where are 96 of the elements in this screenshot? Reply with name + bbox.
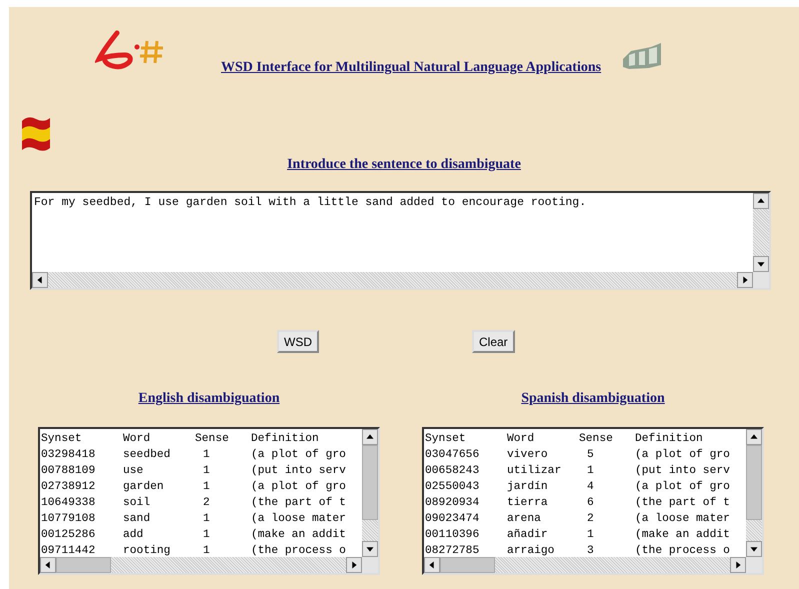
results-list[interactable]: [422, 427, 764, 575]
table-cell-text: tierra: [507, 496, 549, 511]
vertical-scrollbar[interactable]: [753, 193, 769, 272]
column-header: Word: [123, 432, 152, 447]
column-header: Definition: [635, 432, 703, 447]
scroll-left-icon[interactable]: [424, 557, 440, 573]
table-cell-text: 10649338: [41, 496, 96, 511]
table-cell-text: vivero: [507, 448, 549, 463]
table-cell-text: arraigo: [507, 544, 556, 559]
scroll-right-icon[interactable]: [737, 272, 753, 288]
table-cell-text: (the part of t: [251, 496, 346, 511]
wsd-button[interactable]: WSD: [277, 330, 319, 353]
scroll-right-icon[interactable]: [730, 557, 746, 573]
table-cell-text: 1: [202, 480, 211, 495]
table-cell-text: (a loose mater: [635, 512, 730, 527]
table-cell-text: 6: [586, 496, 595, 511]
table-cell-text: (a loose mater: [251, 512, 346, 527]
table-cell-text: 1: [202, 464, 211, 479]
table-cell-text: (make an addit: [251, 528, 346, 543]
scrollbar-corner: [362, 557, 378, 573]
table-cell-text: 1: [202, 448, 211, 463]
scrollbar-corner: [753, 272, 769, 288]
results-list[interactable]: [38, 427, 380, 575]
table-cell-text: 00788109: [41, 464, 96, 479]
title-link[interactable]: WSD Interface for Multilingual Natural Language Applications: [221, 60, 602, 76]
table-cell-text: 1: [202, 512, 211, 527]
table-cell-text: (the part of t: [635, 496, 730, 511]
column-header: Sense: [195, 432, 230, 447]
table-cell-text: 02738912: [41, 480, 96, 495]
table-cell-text: añadir: [507, 528, 549, 543]
column-header: Definition: [251, 432, 319, 447]
prompt-link[interactable]: Introduce the sentence to disambiguate: [287, 157, 521, 172]
sentence-field[interactable]: For my seedbed, I use garden soil with a little sand added to encourage rooting.: [30, 191, 771, 290]
table-cell-text: 00658243: [425, 464, 480, 479]
horizontal-scrollbar[interactable]: [424, 557, 746, 573]
table-cell-text: soil: [123, 496, 152, 511]
scrollbar-corner: [746, 557, 762, 573]
table-cell-text: 03298418: [41, 448, 96, 463]
table-cell-text: add: [123, 528, 144, 543]
table-cell-text: (a plot of gro: [251, 480, 346, 495]
table-cell-text: 1: [586, 528, 595, 543]
scroll-up-icon[interactable]: [746, 429, 762, 445]
table-cell-text: 1: [586, 464, 595, 479]
column-header: Synset: [425, 432, 467, 447]
column-header: Synset: [41, 432, 83, 447]
vertical-scrollbar[interactable]: [746, 429, 762, 557]
table-cell-text: (a plot of gro: [251, 448, 346, 463]
table-cell-text: (put into serv: [635, 464, 730, 479]
table-cell-text: 00125286: [41, 528, 96, 543]
scroll-left-icon[interactable]: [32, 272, 48, 288]
table-cell-text: garden: [123, 480, 165, 495]
table-cell-text: jardín: [507, 480, 549, 495]
table-cell-text: 2: [202, 496, 211, 511]
vertical-scrollbar[interactable]: [362, 429, 378, 557]
scroll-left-icon[interactable]: [40, 557, 56, 573]
table-cell-text: 09023474: [425, 512, 480, 527]
table-cell-text: 2: [586, 512, 595, 527]
table-cell-text: 02550043: [425, 480, 480, 495]
column-header: Word: [507, 432, 536, 447]
table-cell-text: 00110396: [425, 528, 480, 543]
scroll-down-icon[interactable]: [753, 256, 769, 272]
table-cell-text: 4: [586, 480, 595, 495]
column-header: Sense: [579, 432, 614, 447]
table-cell-text: 5: [586, 448, 595, 463]
table-cell-text: utilizar: [507, 464, 562, 479]
scroll-up-icon[interactable]: [362, 429, 378, 445]
table-cell-text: (a plot of gro: [635, 448, 730, 463]
logo-icon: [621, 41, 664, 71]
scroll-right-icon[interactable]: [346, 557, 362, 573]
scroll-up-icon[interactable]: [753, 193, 769, 209]
table-cell-text: 1: [202, 544, 211, 559]
table-cell-text: 03047656: [425, 448, 480, 463]
results-heading-link[interactable]: English disambiguation: [138, 391, 280, 407]
table-cell-text: 1: [202, 528, 211, 543]
horizontal-scrollbar[interactable]: [32, 272, 753, 288]
clear-button[interactable]: Clear: [472, 330, 515, 353]
table-cell-text: 08272785: [425, 544, 480, 559]
table-cell-text: rooting: [123, 544, 172, 559]
table-cell-text: 09711442: [41, 544, 96, 559]
table-cell-text: arena: [507, 512, 542, 527]
table-cell-text: sand: [123, 512, 152, 527]
table-cell-text: use: [123, 464, 144, 479]
table-cell-text: (the process o: [251, 544, 346, 559]
results-heading-link[interactable]: Spanish disambiguation: [521, 391, 665, 407]
table-cell-text: (put into serv: [251, 464, 346, 479]
flag-icon: [20, 115, 52, 151]
scroll-down-icon[interactable]: [746, 541, 762, 557]
horizontal-scrollbar[interactable]: [40, 557, 362, 573]
table-cell-text: 08920934: [425, 496, 480, 511]
table-cell-text: seedbed: [123, 448, 172, 463]
table-cell-text: 3: [586, 544, 595, 559]
table-cell-text: (a plot of gro: [635, 480, 730, 495]
table-cell-text: (make an addit: [635, 528, 730, 543]
scroll-down-icon[interactable]: [362, 541, 378, 557]
table-cell-text: 10779108: [41, 512, 96, 527]
table-cell-text: (the process o: [635, 544, 730, 559]
